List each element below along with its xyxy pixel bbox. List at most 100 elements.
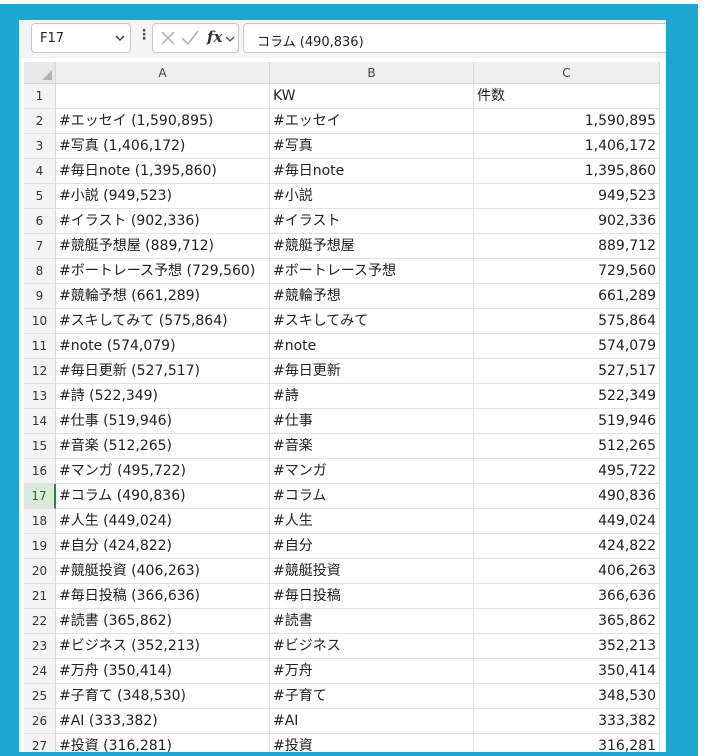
cell-c[interactable]: 1,406,172 xyxy=(474,134,660,159)
row-header[interactable]: 6 xyxy=(24,209,56,234)
cell-b[interactable]: #コラム xyxy=(270,484,474,509)
name-box[interactable]: F17 xyxy=(31,23,131,53)
cell-b[interactable]: #投資 xyxy=(270,734,474,752)
cell-b[interactable]: #音楽 xyxy=(270,434,474,459)
row-header[interactable]: 1 xyxy=(24,84,56,109)
cell-a[interactable]: #毎日投稿 (366,636) xyxy=(56,584,270,609)
cell-c[interactable]: 348,530 xyxy=(474,684,660,709)
cell-a[interactable]: #マンガ (495,722) xyxy=(56,459,270,484)
cell-b[interactable]: #小説 xyxy=(270,184,474,209)
cell-a[interactable]: #人生 (449,024) xyxy=(56,509,270,534)
cell-a[interactable]: #仕事 (519,946) xyxy=(56,409,270,434)
cell-b[interactable]: #マンガ xyxy=(270,459,474,484)
column-header-c[interactable]: C xyxy=(474,62,660,84)
cell-b[interactable]: #イラスト xyxy=(270,209,474,234)
cell-b[interactable]: #ビジネス xyxy=(270,634,474,659)
cell-c[interactable]: 365,862 xyxy=(474,609,660,634)
cell-a[interactable]: #競輪予想 (661,289) xyxy=(56,284,270,309)
cell-b[interactable]: #AI xyxy=(270,709,474,734)
cell-c[interactable]: 316,281 xyxy=(474,734,660,752)
cell-a[interactable]: #スキしてみて (575,864) xyxy=(56,309,270,334)
cell-c[interactable]: 519,946 xyxy=(474,409,660,434)
cell-b[interactable]: #万舟 xyxy=(270,659,474,684)
cell-c[interactable]: 424,822 xyxy=(474,534,660,559)
cell-c[interactable]: 522,349 xyxy=(474,384,660,409)
cell-a[interactable]: #競艇投資 (406,263) xyxy=(56,559,270,584)
cell-c[interactable]: 575,864 xyxy=(474,309,660,334)
cell-c[interactable]: 件数 xyxy=(474,84,660,109)
cell-c[interactable]: 490,836 xyxy=(474,484,660,509)
column-header-a[interactable]: A xyxy=(56,62,270,84)
formula-input[interactable]: コラム (490,836) xyxy=(243,23,666,53)
cell-b[interactable]: #詩 xyxy=(270,384,474,409)
cell-a[interactable]: #コラム (490,836) xyxy=(56,484,270,509)
row-header[interactable]: 19 xyxy=(24,534,56,559)
cell-b[interactable]: #競艇投資 xyxy=(270,559,474,584)
row-header[interactable]: 10 xyxy=(24,309,56,334)
cell-b[interactable]: #読書 xyxy=(270,609,474,634)
cell-c[interactable]: 350,414 xyxy=(474,659,660,684)
cell-a[interactable]: #note (574,079) xyxy=(56,334,270,359)
cancel-icon[interactable] xyxy=(157,24,179,52)
cell-a[interactable]: #子育て (348,530) xyxy=(56,684,270,709)
cell-a[interactable]: #ビジネス (352,213) xyxy=(56,634,270,659)
cell-b[interactable]: #毎日更新 xyxy=(270,359,474,384)
row-header[interactable]: 5 xyxy=(24,184,56,209)
cell-b[interactable]: #競艇予想屋 xyxy=(270,234,474,259)
cell-a[interactable]: #詩 (522,349) xyxy=(56,384,270,409)
cell-c[interactable]: 527,517 xyxy=(474,359,660,384)
cell-c[interactable]: 902,336 xyxy=(474,209,660,234)
cell-a[interactable]: #ボートレース予想 (729,560) xyxy=(56,259,270,284)
row-header[interactable]: 17 xyxy=(24,484,56,509)
row-header[interactable]: 14 xyxy=(24,409,56,434)
cell-c[interactable]: 949,523 xyxy=(474,184,660,209)
cell-c[interactable]: 495,722 xyxy=(474,459,660,484)
cell-c[interactable]: 449,024 xyxy=(474,509,660,534)
cell-a[interactable]: #小説 (949,523) xyxy=(56,184,270,209)
row-header[interactable]: 16 xyxy=(24,459,56,484)
cell-b[interactable]: #スキしてみて xyxy=(270,309,474,334)
chevron-down-icon[interactable] xyxy=(114,32,126,44)
row-header[interactable]: 7 xyxy=(24,234,56,259)
more-options-icon[interactable]: ⋮ xyxy=(137,27,151,43)
row-header[interactable]: 24 xyxy=(24,659,56,684)
row-header[interactable]: 27 xyxy=(24,734,56,752)
row-header[interactable]: 4 xyxy=(24,159,56,184)
cell-a[interactable]: #毎日note (1,395,860) xyxy=(56,159,270,184)
row-header[interactable]: 23 xyxy=(24,634,56,659)
cell-c[interactable]: 889,712 xyxy=(474,234,660,259)
select-all-corner[interactable] xyxy=(24,62,56,84)
cell-a[interactable] xyxy=(56,84,270,109)
cell-b[interactable]: #ボートレース予想 xyxy=(270,259,474,284)
row-header[interactable]: 13 xyxy=(24,384,56,409)
cell-a[interactable]: #毎日更新 (527,517) xyxy=(56,359,270,384)
row-header[interactable]: 20 xyxy=(24,559,56,584)
row-header[interactable]: 12 xyxy=(24,359,56,384)
row-header[interactable]: 22 xyxy=(24,609,56,634)
cell-a[interactable]: #万舟 (350,414) xyxy=(56,659,270,684)
cell-b[interactable]: #写真 xyxy=(270,134,474,159)
cell-c[interactable]: 729,560 xyxy=(474,259,660,284)
cell-c[interactable]: 366,636 xyxy=(474,584,660,609)
insert-function-button[interactable]: fx xyxy=(203,24,237,52)
row-header[interactable]: 11 xyxy=(24,334,56,359)
cell-a[interactable]: #イラスト (902,336) xyxy=(56,209,270,234)
row-header[interactable]: 25 xyxy=(24,684,56,709)
check-icon[interactable] xyxy=(179,24,201,52)
cell-a[interactable]: #投資 (316,281) xyxy=(56,734,270,752)
cell-a[interactable]: #写真 (1,406,172) xyxy=(56,134,270,159)
cell-c[interactable]: 406,263 xyxy=(474,559,660,584)
cell-a[interactable]: #読書 (365,862) xyxy=(56,609,270,634)
cell-b[interactable]: #人生 xyxy=(270,509,474,534)
cell-b[interactable]: #仕事 xyxy=(270,409,474,434)
cell-a[interactable]: #競艇予想屋 (889,712) xyxy=(56,234,270,259)
cell-b[interactable]: KW xyxy=(270,84,474,109)
row-header[interactable]: 3 xyxy=(24,134,56,159)
cell-b[interactable]: #エッセイ xyxy=(270,109,474,134)
cell-b[interactable]: #自分 xyxy=(270,534,474,559)
cell-a[interactable]: #AI (333,382) xyxy=(56,709,270,734)
cell-a[interactable]: #エッセイ (1,590,895) xyxy=(56,109,270,134)
row-header[interactable]: 15 xyxy=(24,434,56,459)
cell-c[interactable]: 512,265 xyxy=(474,434,660,459)
cell-c[interactable]: 574,079 xyxy=(474,334,660,359)
